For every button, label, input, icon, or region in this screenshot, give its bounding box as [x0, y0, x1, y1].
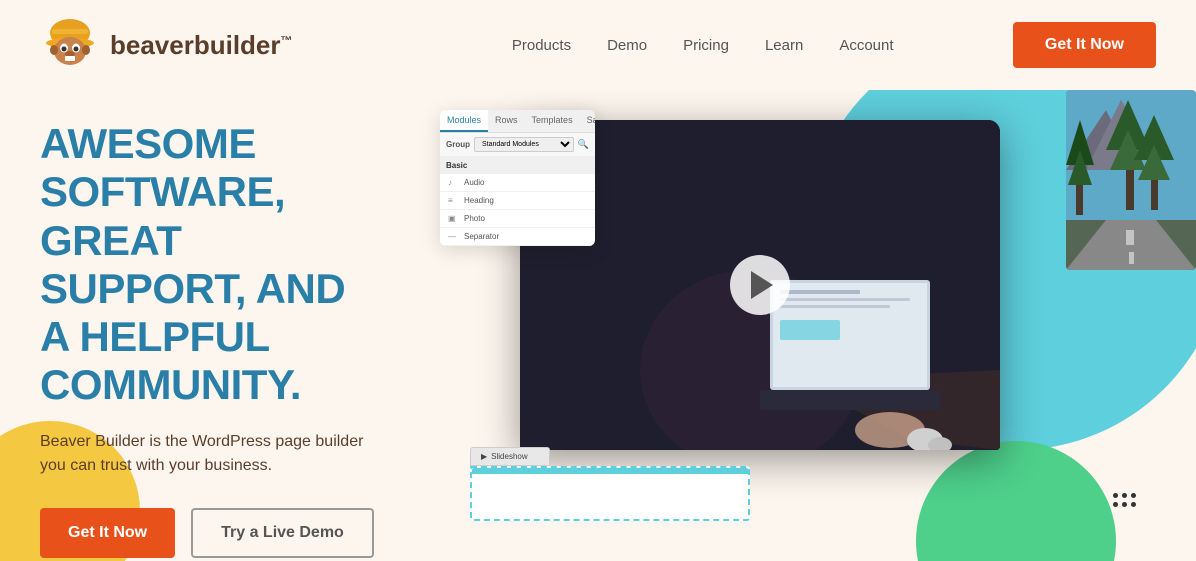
play-button[interactable]	[730, 255, 790, 315]
panel-item-photo[interactable]: ▣ Photo	[440, 210, 595, 228]
tab-templates[interactable]: Templates	[525, 110, 580, 132]
tab-saved[interactable]: Saved	[580, 110, 595, 132]
panel-group-row: Group Standard Modules 🔍	[440, 133, 595, 157]
header-cta-button[interactable]: Get It Now	[1013, 22, 1156, 68]
hero-get-it-now-button[interactable]: Get It Now	[40, 508, 175, 558]
hero-live-demo-button[interactable]: Try a Live Demo	[191, 508, 374, 558]
decorative-dots	[1113, 493, 1136, 511]
slideshow-label: ▶ Slideshow	[470, 447, 550, 466]
search-icon[interactable]: 🔍	[578, 139, 589, 150]
site-header: beaverbuilder™ Products Demo Pricing Lea…	[0, 0, 1196, 90]
panel-item-heading[interactable]: ≡ Heading	[440, 192, 595, 210]
nav-item-demo[interactable]: Demo	[607, 37, 647, 54]
logo-wordmark: beaverbuilder™	[110, 30, 293, 61]
panel-tabs: Modules Rows Templates Saved	[440, 110, 595, 133]
hero-visuals: Modules Rows Templates Saved Group Stand…	[420, 90, 1196, 561]
builder-panel: Modules Rows Templates Saved Group Stand…	[440, 110, 595, 246]
forest-illustration	[1066, 90, 1196, 270]
tab-rows[interactable]: Rows	[488, 110, 525, 132]
forest-image	[1066, 90, 1196, 270]
logo-icon	[40, 15, 100, 75]
play-icon	[751, 271, 773, 299]
slideshow-content	[470, 466, 750, 521]
nav-item-products[interactable]: Products	[512, 37, 571, 54]
nav-item-learn[interactable]: Learn	[765, 37, 803, 54]
hero-section: AWESOME SOFTWARE, GREAT SUPPORT, AND A H…	[0, 90, 1196, 561]
panel-group-label: Group	[446, 140, 470, 149]
hero-subtext: Beaver Builder is the WordPress page bui…	[40, 430, 380, 478]
main-nav: Products Demo Pricing Learn Account	[293, 37, 1013, 54]
slideshow-bar: ▶ Slideshow	[470, 446, 750, 521]
slideshow-inner-bar	[472, 468, 748, 474]
tab-modules[interactable]: Modules	[440, 110, 488, 132]
panel-item-separator[interactable]: — Separator	[440, 228, 595, 246]
logo[interactable]: beaverbuilder™	[40, 15, 293, 75]
panel-item-audio[interactable]: ♪ Audio	[440, 174, 595, 192]
nav-item-pricing[interactable]: Pricing	[683, 37, 729, 54]
audio-icon: ♪	[448, 179, 458, 187]
nav-item-account[interactable]: Account	[839, 37, 893, 54]
hero-content: AWESOME SOFTWARE, GREAT SUPPORT, AND A H…	[0, 90, 420, 561]
hero-buttons: Get It Now Try a Live Demo	[40, 508, 380, 558]
heading-icon: ≡	[448, 197, 458, 205]
separator-icon: —	[448, 233, 458, 241]
panel-group-select[interactable]: Standard Modules	[474, 137, 574, 152]
slideshow-icon: ▶	[481, 452, 487, 461]
photo-icon: ▣	[448, 215, 458, 223]
hero-headline: AWESOME SOFTWARE, GREAT SUPPORT, AND A H…	[40, 120, 380, 410]
panel-section-basic: Basic	[440, 157, 595, 174]
